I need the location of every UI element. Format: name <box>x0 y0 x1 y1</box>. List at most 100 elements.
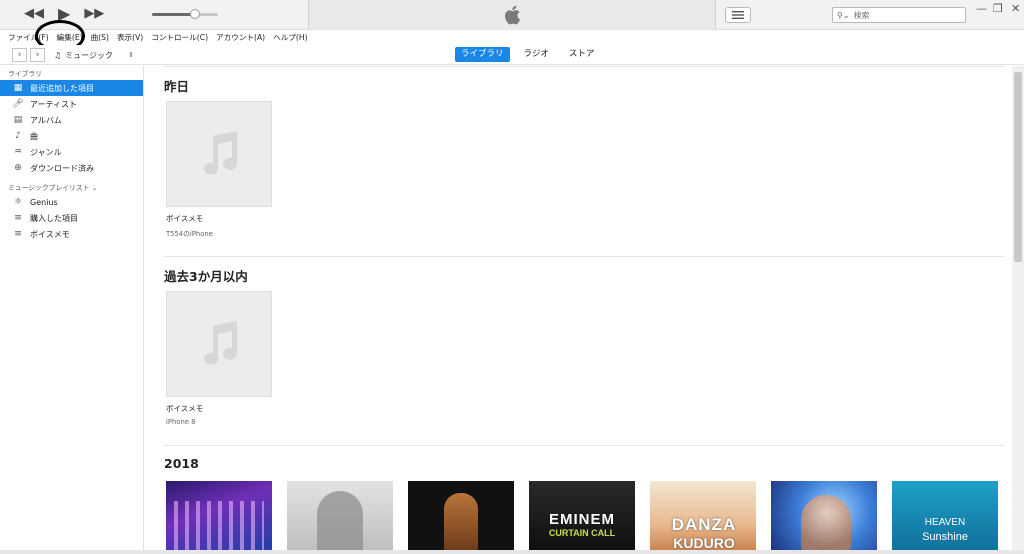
apple-logo-icon <box>505 5 520 25</box>
search-field[interactable]: ⚲⌄ <box>832 7 966 23</box>
media-type-selector[interactable]: ♫ ミュージック ⇕ <box>54 48 134 62</box>
divider <box>164 66 1004 67</box>
album-title: ボイスメモ <box>166 214 204 223</box>
album-cover-heaven[interactable]: HEAVEN Sunshine <box>892 481 998 554</box>
tab-library[interactable]: ライブラリ <box>455 47 510 62</box>
rewind-icon[interactable]: ◀◀ <box>24 6 44 22</box>
sidebar-item-voice-memos[interactable]: ≡ ボイスメモ <box>0 226 143 242</box>
download-icon: ⊕ <box>14 163 22 173</box>
sidebar-item-artists[interactable]: 🎤︎ アーティスト <box>0 96 143 112</box>
tab-store[interactable]: ストア <box>563 47 601 62</box>
album-art-subtitle: Sunshine <box>922 531 968 543</box>
close-icon[interactable]: ✕ <box>1011 3 1020 15</box>
title-bar: ◀◀ ▶ ▶▶ ⚲⌄ — ❐ ✕ <box>0 0 1024 30</box>
album-art-figures <box>174 501 264 551</box>
menu-song[interactable]: 曲(S) <box>91 32 109 43</box>
album-cover-1[interactable] <box>166 481 272 554</box>
album-artwork-placeholder <box>166 101 272 207</box>
sidebar-item-genius[interactable]: ⚛ Genius <box>0 194 143 210</box>
minimize-icon[interactable]: — <box>976 3 987 15</box>
album-card[interactable]: ボイスメモ iPhone 8 <box>166 291 272 426</box>
restore-icon[interactable]: ❐ <box>993 3 1003 15</box>
itunes-window: ◀◀ ▶ ▶▶ ⚲⌄ — ❐ ✕ ファイル(F) <box>0 0 1024 554</box>
sidebar-item-albums[interactable]: ▤ アルバム <box>0 112 143 128</box>
menu-view[interactable]: 表示(V) <box>117 32 143 43</box>
sidebar-item-label: 最近追加した項目 <box>30 83 94 93</box>
sidebar-item-songs[interactable]: ♪ 曲 <box>0 128 143 144</box>
album-title: ボイスメモ <box>166 404 204 413</box>
music-note-icon <box>204 321 237 365</box>
album-card[interactable]: ボイスメモ T554のiPhone <box>166 101 272 238</box>
section-title-2018: 2018 <box>164 456 199 471</box>
list-icon <box>732 11 744 19</box>
sidebar-playlists-header-label: ミュージックプレイリスト <box>8 184 90 192</box>
sidebar-item-recently-added[interactable]: ▦ 最近追加した項目 <box>0 80 143 96</box>
sidebar-item-label: 購入した項目 <box>30 213 78 223</box>
genius-icon: ⚛ <box>13 197 23 207</box>
fast-forward-icon[interactable]: ▶▶ <box>84 6 104 22</box>
scrollbar-thumb[interactable] <box>1014 72 1022 262</box>
album-art-portrait <box>801 495 851 554</box>
section-title-past-3-months: 過去3か月以内 <box>164 269 248 284</box>
chevron-right-icon: › <box>35 50 40 60</box>
search-input[interactable] <box>853 10 964 20</box>
menu-help[interactable]: ヘルプ(H) <box>273 32 307 43</box>
sidebar-item-label: ジャンル <box>30 147 62 157</box>
album-cover-eminem[interactable]: EMINEM CURTAIN CALL <box>529 481 635 554</box>
volume-slider[interactable] <box>152 9 218 19</box>
volume-fill <box>152 13 195 16</box>
vertical-scrollbar[interactable] <box>1012 66 1024 554</box>
genre-icon: ♒ <box>13 147 23 157</box>
album-art-title: DANZA <box>671 515 737 534</box>
divider <box>164 445 1004 446</box>
navigation-bar: ‹ › ♫ ミュージック ⇕ ライブラリ ラジオ ストア <box>0 45 1024 65</box>
sidebar: ライブラリ ▦ 最近追加した項目 🎤︎ アーティスト ▤ アルバム ♪ 曲 ♒ … <box>0 66 144 554</box>
menu-account[interactable]: アカウント(A) <box>216 32 265 43</box>
sidebar-item-label: Genius <box>30 197 58 207</box>
album-subtitle: T554のiPhone <box>166 230 213 238</box>
sidebar-item-label: ダウンロード済み <box>30 163 94 173</box>
sidebar-item-genres[interactable]: ♒ ジャンル <box>0 144 143 160</box>
voice-memo-playlist-icon: ≡ <box>14 229 22 239</box>
music-note-icon <box>204 131 237 175</box>
sidebar-playlists-header[interactable]: ミュージックプレイリスト ⌄ <box>0 182 143 194</box>
sidebar-item-label: アルバム <box>30 115 62 125</box>
chevron-updown-icon: ⇕ <box>128 51 134 59</box>
album-art-portrait <box>317 491 363 554</box>
status-display <box>308 0 716 30</box>
chevron-left-icon: ‹ <box>17 50 22 60</box>
section-title-yesterday: 昨日 <box>164 79 190 94</box>
album-art-subtitle: KUDURO <box>673 535 735 551</box>
sidebar-item-label: ボイスメモ <box>30 229 70 239</box>
album-cover-6[interactable] <box>771 481 877 554</box>
main-content: 昨日 ボイスメモ T554のiPhone 過去3か月以内 ボイスメモ iPhon… <box>144 66 1012 554</box>
album-cover-danza[interactable]: DANZA KUDURO <box>650 481 756 554</box>
calendar-icon: ▦ <box>13 83 23 93</box>
album-cover-3[interactable] <box>408 481 514 554</box>
sidebar-item-purchased[interactable]: ≡ 購入した項目 <box>0 210 143 226</box>
menu-controls[interactable]: コントロール(C) <box>151 32 208 43</box>
album-art-subtitle: CURTAIN CALL <box>548 528 616 538</box>
sidebar-item-downloaded[interactable]: ⊕ ダウンロード済み <box>0 160 143 176</box>
album-art-title: EMINEM <box>549 511 615 528</box>
forward-button[interactable]: › <box>30 48 45 62</box>
sidebar-library-header: ライブラリ <box>8 70 42 78</box>
volume-knob[interactable] <box>189 9 200 19</box>
album-subtitle: iPhone 8 <box>166 418 196 426</box>
search-icon: ⚲⌄ <box>837 10 850 20</box>
sidebar-item-label: アーティスト <box>30 99 78 109</box>
chevron-down-icon: ⌄ <box>91 184 98 192</box>
menu-bar: ファイル(F) 編集(E) 曲(S) 表示(V) コントロール(C) アカウント… <box>0 30 1024 44</box>
album-art-portrait <box>444 493 478 553</box>
album-cover-2[interactable] <box>287 481 393 554</box>
horizontal-scrollbar[interactable] <box>0 550 1024 554</box>
divider <box>164 256 1004 257</box>
media-type-label: ミュージック <box>65 50 114 60</box>
back-button[interactable]: ‹ <box>12 48 27 62</box>
view-tabs: ライブラリ ラジオ ストア <box>455 47 600 62</box>
album-icon: ▤ <box>13 115 23 125</box>
music-note-icon: ♫ <box>54 50 62 60</box>
album-artwork-placeholder <box>166 291 272 397</box>
up-next-button[interactable] <box>725 7 751 23</box>
tab-radio[interactable]: ラジオ <box>518 47 555 62</box>
